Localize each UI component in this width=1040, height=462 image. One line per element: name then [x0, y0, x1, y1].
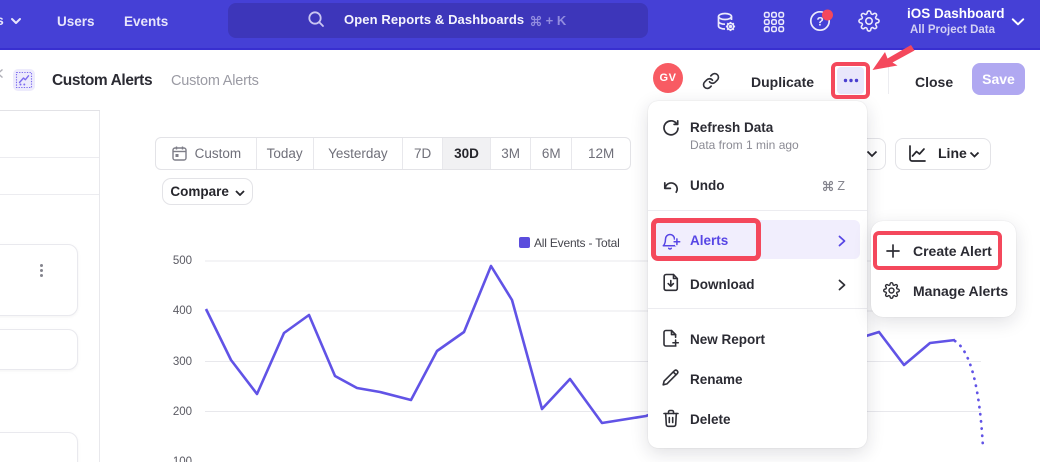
- svg-text:s: s: [0, 14, 4, 28]
